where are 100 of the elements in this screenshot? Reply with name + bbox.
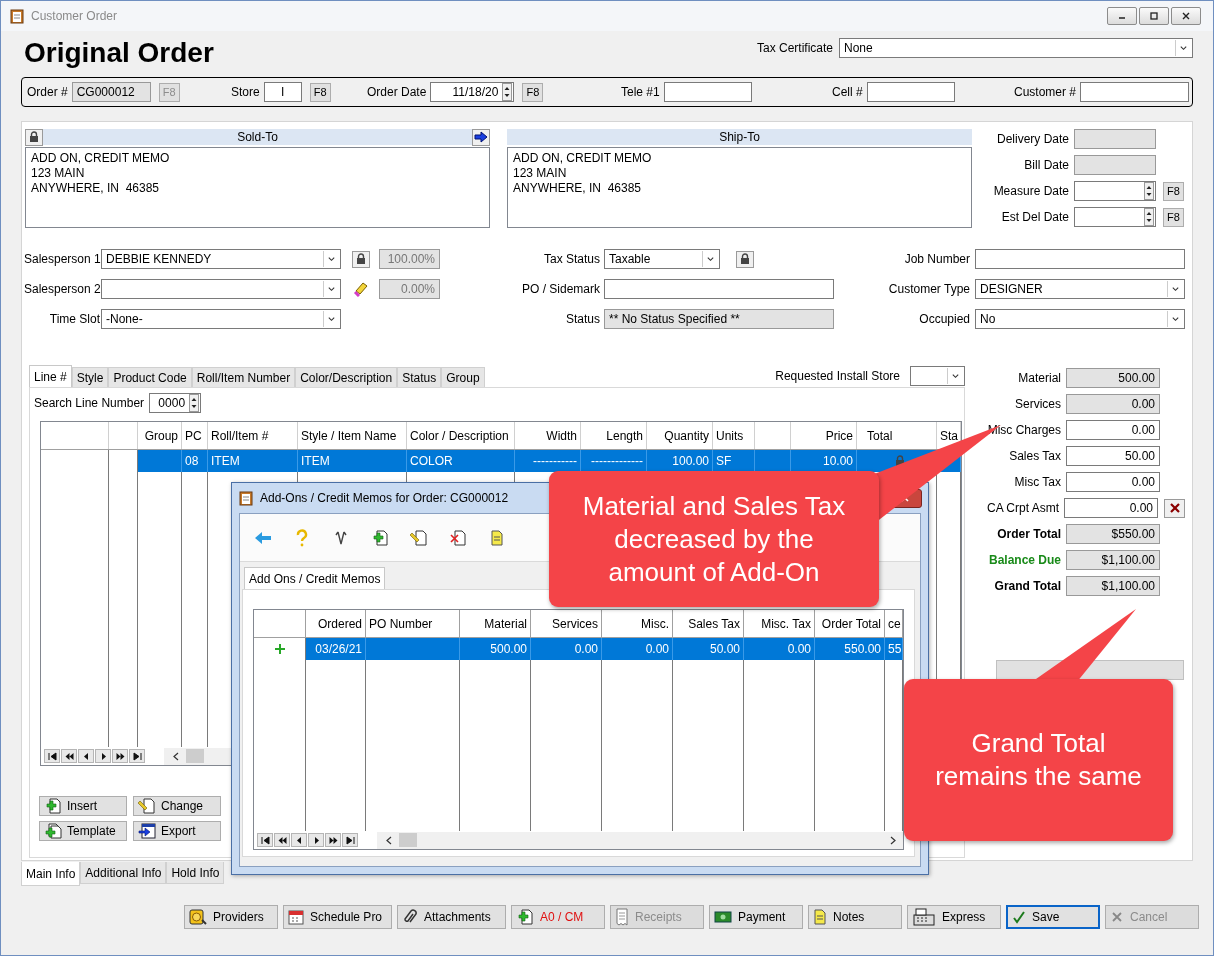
f8-button[interactable]: F8	[1163, 181, 1184, 201]
column-header[interactable]: PC	[182, 422, 208, 449]
action-button[interactable]: Providers	[184, 905, 278, 929]
date-field[interactable]: 11/18/20	[430, 82, 515, 102]
tab[interactable]: Group	[441, 367, 485, 387]
column-header[interactable]: PO Number	[366, 610, 460, 637]
action-button[interactable]: Express	[907, 905, 1001, 929]
navigation-button[interactable]	[274, 833, 290, 847]
action-button[interactable]: Template	[39, 821, 127, 841]
tab[interactable]: Style	[71, 367, 109, 387]
tab[interactable]: Product Code	[108, 367, 192, 387]
text-field[interactable]	[1080, 82, 1190, 102]
action-button[interactable]: Insert	[39, 796, 127, 816]
dropdown[interactable]: Taxable	[604, 249, 720, 269]
date-field[interactable]: 0000	[149, 393, 202, 413]
text-field[interactable]: I	[263, 82, 302, 102]
column-header[interactable]: ce	[885, 610, 903, 637]
text-field[interactable]	[975, 249, 1185, 269]
dropdown[interactable]: DESIGNER	[975, 279, 1185, 299]
tab[interactable]: Color/Description	[295, 367, 398, 387]
scroll-thumb[interactable]	[399, 833, 417, 847]
date-field[interactable]	[1074, 181, 1156, 201]
tab[interactable]: Status	[397, 367, 442, 387]
column-header[interactable]: Group	[138, 422, 182, 449]
column-header[interactable]: Misc. Tax	[744, 610, 815, 637]
action-button[interactable]: A0 / CM	[511, 905, 605, 929]
column-header[interactable]: Order Total	[815, 610, 885, 637]
f8-button[interactable]: F8	[1163, 207, 1184, 227]
navigation-button[interactable]	[342, 833, 358, 847]
navigation-button[interactable]	[257, 833, 273, 847]
text-field[interactable]	[866, 82, 955, 102]
address-box[interactable]: ADD ON, CREDIT MEMO 123 MAIN ANYWHERE, IN 46385	[25, 147, 490, 228]
navigation-button[interactable]	[291, 833, 307, 847]
navigation-button[interactable]	[78, 749, 94, 763]
close-button[interactable]	[1171, 7, 1201, 25]
column-header[interactable]: Units	[713, 422, 755, 449]
text-field[interactable]: 0.00	[1064, 498, 1158, 518]
text-field[interactable]: 0.00	[1066, 420, 1160, 440]
previous-page-icon	[277, 835, 287, 845]
column-header[interactable]: Price	[791, 422, 857, 449]
text-field[interactable]: 50.00	[1066, 446, 1160, 466]
text-field[interactable]	[604, 279, 834, 299]
column-header[interactable]: Total	[857, 422, 937, 449]
lock-button[interactable]	[352, 250, 370, 268]
navigation-button[interactable]	[112, 749, 128, 763]
table-cell: 10.00	[791, 450, 857, 472]
scroll-thumb[interactable]	[186, 749, 204, 763]
clear-button[interactable]	[1164, 498, 1185, 518]
copy-button[interactable]	[472, 128, 490, 146]
percent-field: 100.00%	[379, 249, 440, 269]
dropdown[interactable]: None	[839, 38, 1193, 58]
text-field[interactable]	[663, 82, 752, 102]
horizontal-scrollbar[interactable]	[377, 831, 903, 849]
tab[interactable]: Line #	[29, 365, 72, 387]
navigation-button[interactable]	[44, 749, 60, 763]
dropdown[interactable]: -None-	[101, 309, 341, 329]
maximize-button[interactable]	[1139, 7, 1169, 25]
lock-button[interactable]	[736, 250, 754, 268]
minimize-button[interactable]	[1107, 7, 1137, 25]
dropdown[interactable]	[101, 279, 341, 299]
f8-button[interactable]: F8	[522, 82, 544, 102]
dropdown[interactable]	[910, 366, 965, 386]
maximize-icon	[1149, 11, 1159, 21]
navigation-button[interactable]	[308, 833, 324, 847]
action-button[interactable]: Notes	[808, 905, 902, 929]
f8-button[interactable]: F8	[309, 82, 331, 102]
action-button[interactable]: Schedule Pro	[283, 905, 392, 929]
action-button[interactable]: Export	[133, 821, 221, 841]
column-header[interactable]: Roll/Item #	[208, 422, 298, 449]
action-button[interactable]: Payment	[709, 905, 803, 929]
action-button[interactable]: Change	[133, 796, 221, 816]
column-header[interactable]: Width	[515, 422, 581, 449]
column-header[interactable]: Services	[531, 610, 602, 637]
action-button[interactable]: Save	[1006, 905, 1100, 929]
banknote-icon	[714, 910, 732, 924]
tab[interactable]: Main Info	[21, 862, 81, 886]
column-header[interactable]: Length	[581, 422, 647, 449]
navigation-button[interactable]	[61, 749, 77, 763]
column-header[interactable]: Misc.	[602, 610, 673, 637]
text-field[interactable]: 0.00	[1066, 472, 1160, 492]
column-header[interactable]: Sales Tax	[673, 610, 744, 637]
column-header[interactable]: Ordered	[306, 610, 366, 637]
dropdown[interactable]: No	[975, 309, 1185, 329]
navigation-button[interactable]	[325, 833, 341, 847]
navigation-button[interactable]	[95, 749, 111, 763]
navigation-button[interactable]	[129, 749, 145, 763]
tab[interactable]: Add Ons / Credit Memos	[244, 567, 386, 589]
column-header[interactable]: Quantity	[647, 422, 713, 449]
column-header[interactable]: Color / Description	[407, 422, 515, 449]
address-box[interactable]: ADD ON, CREDIT MEMO 123 MAIN ANYWHERE, IN 46385	[507, 147, 972, 228]
column-header[interactable]: Style / Item Name	[298, 422, 407, 449]
column-header[interactable]: Material	[460, 610, 531, 637]
action-button[interactable]: Attachments	[397, 905, 506, 929]
tab[interactable]: Hold Info	[166, 862, 225, 884]
tab[interactable]: Additional Info	[80, 862, 167, 884]
tab[interactable]: Roll/Item Number	[191, 367, 296, 387]
dropdown[interactable]: DEBBIE KENNEDY	[101, 249, 341, 269]
eraser-button[interactable]	[352, 280, 370, 298]
lock-button[interactable]	[25, 128, 43, 146]
date-field[interactable]	[1074, 207, 1156, 227]
